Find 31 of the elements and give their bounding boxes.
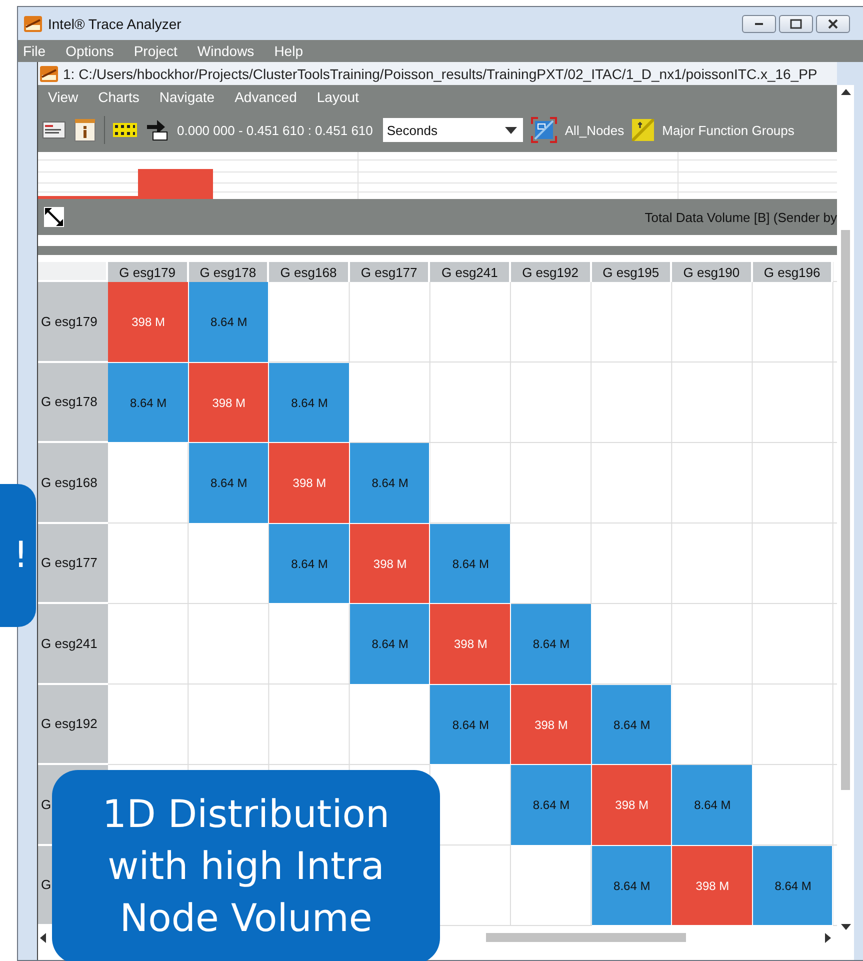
matrix-cell: 8.64 M xyxy=(188,282,270,362)
matrix-title: Total Data Volume [B] (Sender by xyxy=(644,210,837,224)
matrix-cell: 8.64 M xyxy=(430,684,511,765)
group-label: All_Nodes xyxy=(564,122,624,138)
matrix-cell: 398 M xyxy=(188,362,270,443)
document-title: 1: C:/Users/hbockhor/Projects/ClusterToolsTraining/Poisson_results/TrainingPXT/02_ITAC/1_D_nx1/poissonITC.x_16_PP xyxy=(63,66,818,82)
window-title: Intel® Trace Analyzer xyxy=(48,16,182,32)
matrix-cell: 398 M xyxy=(510,684,592,765)
matrix-cell: 8.64 M xyxy=(592,684,672,765)
function-group-label: Major Function Groups xyxy=(662,122,794,138)
matrix-cell: 8.64 M xyxy=(269,524,350,604)
matrix-cell: 8.64 M xyxy=(269,362,350,443)
matrix-cell: 398 M xyxy=(672,846,753,926)
matrix-cell: 398 M xyxy=(430,604,511,684)
matrix-cell: 8.64 M xyxy=(752,846,834,926)
matrix-cell: 398 M xyxy=(350,524,430,604)
matrix-cell: 398 M xyxy=(108,282,189,362)
matrix-cell: 8.64 M xyxy=(350,443,430,524)
matrix-cell: 8.64 M xyxy=(510,765,592,846)
matrix-cell: 398 M xyxy=(592,765,672,846)
matrix-cell: 8.64 M xyxy=(108,362,189,443)
time-range: 0.000 000 - 0.451 610 : 0.451 610 xyxy=(177,122,373,138)
matrix-cell: 8.64 M xyxy=(430,524,511,604)
annotation-tooltip: 1D Distribution with high Intra Node Volume xyxy=(52,770,440,961)
annotation-tooltip: ! xyxy=(0,484,36,627)
matrix-cell: 8.64 M xyxy=(510,604,592,684)
matrix-cell: 8.64 M xyxy=(592,846,672,926)
matrix-cell: 8.64 M xyxy=(188,443,270,524)
matrix-cell: 8.64 M xyxy=(350,604,430,684)
matrix-cell: 398 M xyxy=(269,443,350,524)
matrix-cell: 8.64 M xyxy=(672,765,753,846)
